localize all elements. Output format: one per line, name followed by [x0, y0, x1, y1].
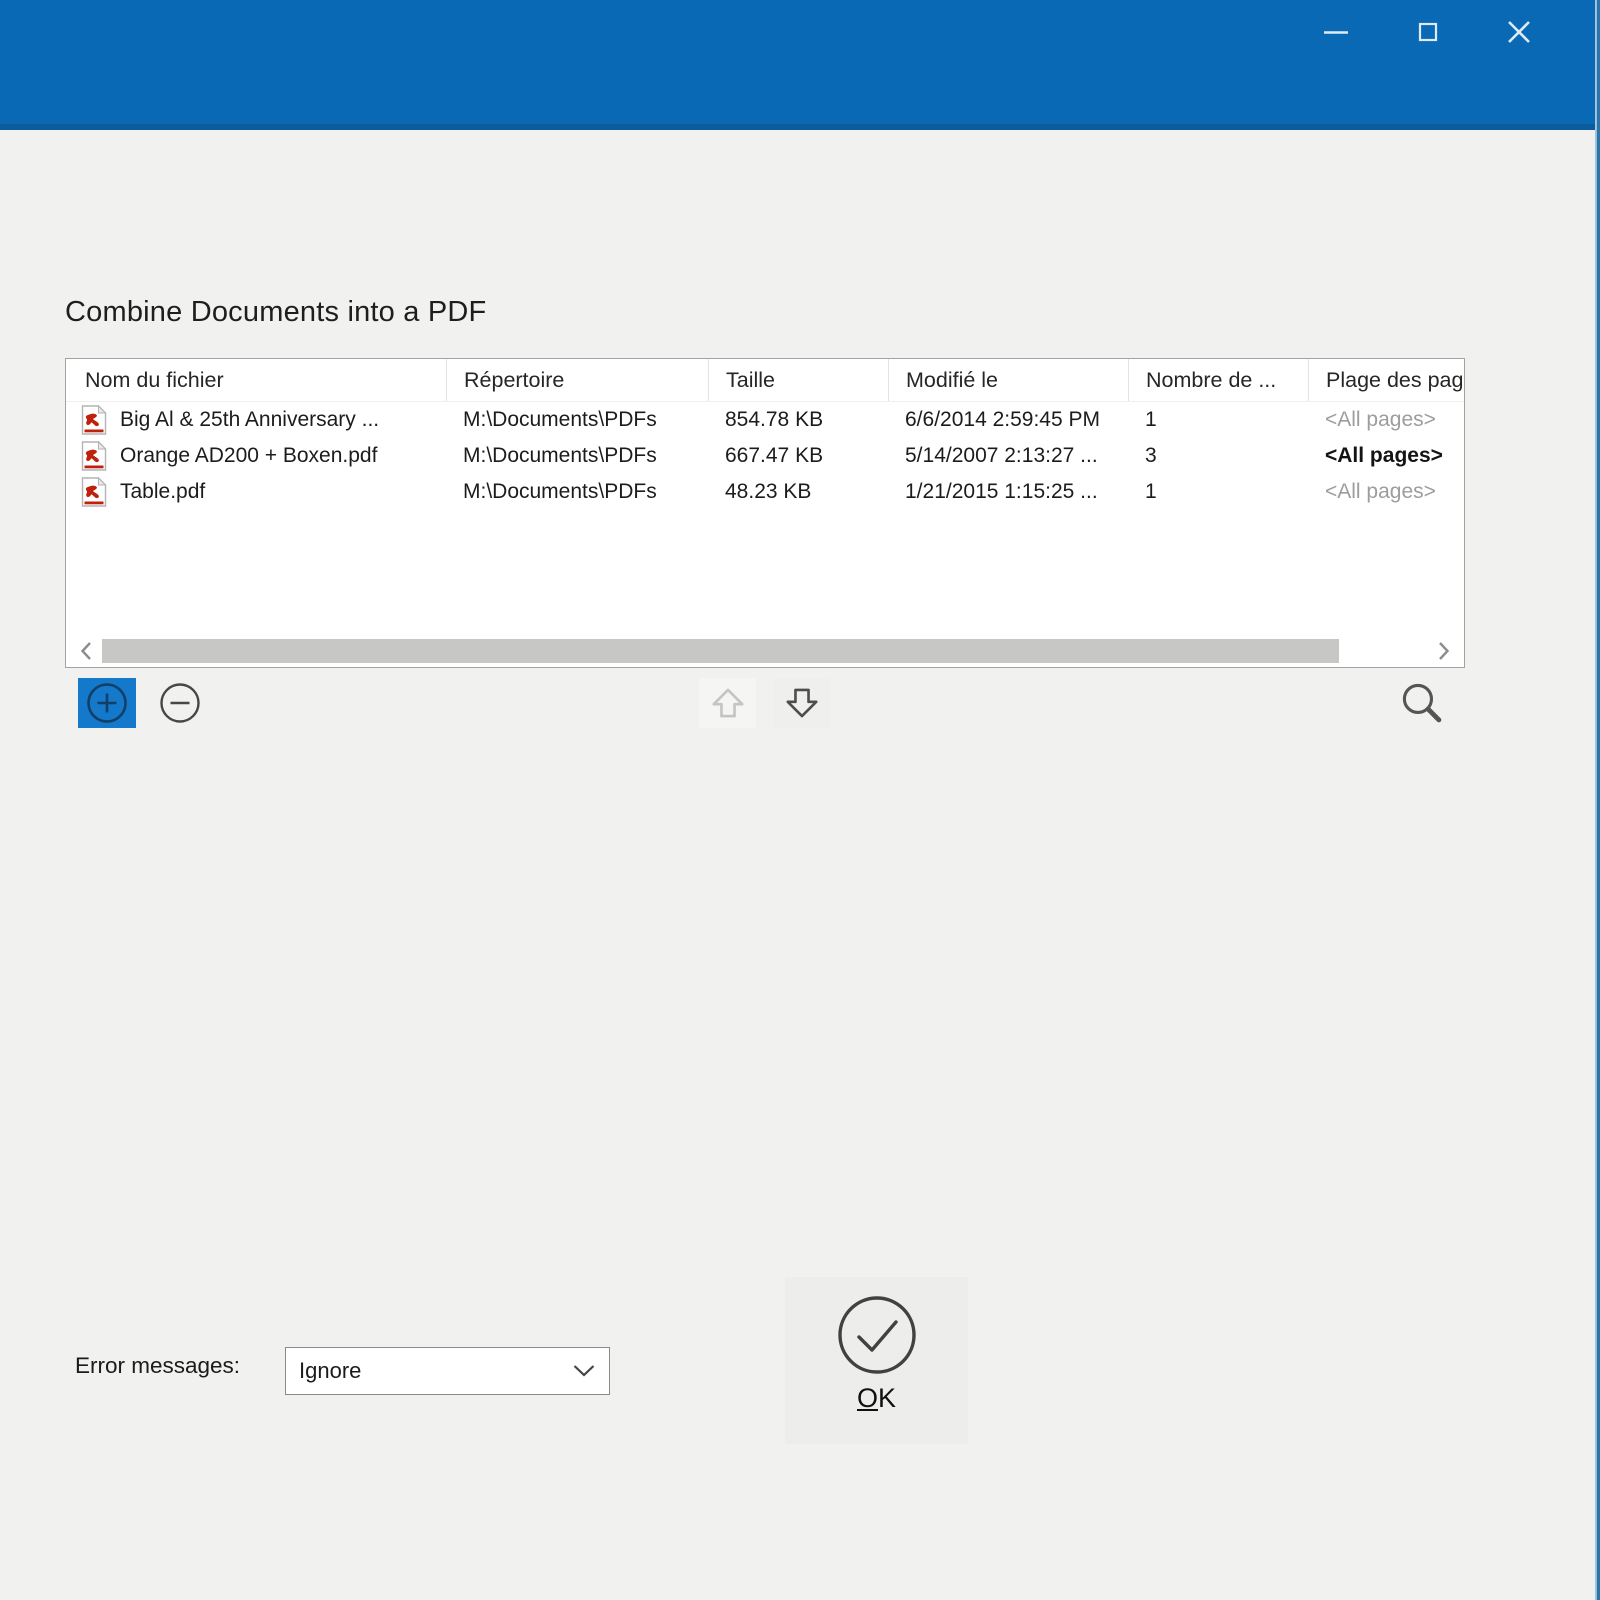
scroll-left-button[interactable]	[71, 636, 101, 666]
minimize-icon	[1321, 17, 1351, 47]
column-header-modified[interactable]: Modifié le	[888, 359, 1128, 401]
scroll-right-button[interactable]	[1429, 636, 1459, 666]
ok-button-label: OK	[857, 1383, 896, 1414]
file-directory: M:\Documents\PDFs	[446, 474, 708, 510]
pdf-file-icon	[81, 477, 107, 507]
minimize-button[interactable]	[1310, 8, 1362, 56]
circle-plus-icon	[84, 680, 130, 726]
remove-file-button[interactable]	[151, 678, 209, 728]
file-directory: M:\Documents\PDFs	[446, 402, 708, 438]
title-bar	[0, 0, 1600, 130]
column-header-pages[interactable]: Nombre de ...	[1128, 359, 1308, 401]
horizontal-scrollbar[interactable]	[67, 636, 1463, 666]
file-page-range: <All pages>	[1308, 474, 1464, 510]
file-page-range: <All pages>	[1308, 402, 1464, 438]
dropdown-selected-value: Ignore	[286, 1358, 573, 1384]
file-size: 854.78 KB	[708, 402, 888, 438]
chevron-left-icon	[80, 641, 92, 661]
column-header-range[interactable]: Plage des page	[1308, 359, 1464, 401]
table-body: Big Al & 25th Anniversary ... M:\Document…	[66, 402, 1464, 510]
file-pages: 3	[1128, 438, 1308, 474]
file-table: Nom du fichierRépertoireTailleModifié le…	[65, 358, 1465, 668]
error-messages-label: Error messages:	[75, 1353, 240, 1379]
file-name: Table.pdf	[120, 480, 205, 504]
pdf-file-icon	[81, 405, 107, 435]
maximize-icon	[1413, 17, 1443, 47]
window-border-right	[1595, 0, 1600, 1600]
table-row[interactable]: Table.pdf M:\Documents\PDFs48.23 KB1/21/2…	[66, 474, 1464, 510]
move-up-button[interactable]	[699, 678, 756, 728]
error-messages-dropdown[interactable]: Ignore	[285, 1347, 610, 1395]
chevron-right-icon	[1438, 641, 1450, 661]
magnifier-icon	[1399, 680, 1445, 726]
close-button[interactable]	[1493, 8, 1545, 56]
file-directory: M:\Documents\PDFs	[446, 438, 708, 474]
add-file-button[interactable]	[78, 678, 136, 728]
file-page-range: <All pages>	[1308, 438, 1464, 474]
chevron-down-icon	[573, 1365, 595, 1377]
ok-button[interactable]: OK	[785, 1277, 968, 1444]
arrow-down-icon	[783, 684, 821, 722]
arrow-up-icon	[709, 684, 747, 722]
pdf-file-icon	[81, 441, 107, 471]
file-name: Big Al & 25th Anniversary ...	[120, 408, 379, 432]
circle-minus-icon	[157, 680, 203, 726]
column-header-directory[interactable]: Répertoire	[446, 359, 708, 401]
move-down-button[interactable]	[773, 678, 830, 728]
preview-button[interactable]	[1392, 676, 1452, 730]
file-name: Orange AD200 + Boxen.pdf	[120, 444, 377, 468]
file-size: 48.23 KB	[708, 474, 888, 510]
file-modified: 6/6/2014 2:59:45 PM	[888, 402, 1128, 438]
file-pages: 1	[1128, 402, 1308, 438]
page-title: Combine Documents into a PDF	[65, 296, 486, 329]
close-icon	[1503, 16, 1535, 48]
column-header-name[interactable]: Nom du fichier	[66, 359, 446, 401]
check-circle-icon	[835, 1293, 919, 1377]
table-row[interactable]: Big Al & 25th Anniversary ... M:\Document…	[66, 402, 1464, 438]
file-modified: 5/14/2007 2:13:27 ...	[888, 438, 1128, 474]
file-modified: 1/21/2015 1:15:25 ...	[888, 474, 1128, 510]
table-header: Nom du fichierRépertoireTailleModifié le…	[66, 359, 1464, 402]
file-pages: 1	[1128, 474, 1308, 510]
maximize-button[interactable]	[1402, 8, 1454, 56]
scrollbar-thumb[interactable]	[102, 639, 1339, 663]
column-header-size[interactable]: Taille	[708, 359, 888, 401]
table-row[interactable]: Orange AD200 + Boxen.pdf M:\Documents\PDF…	[66, 438, 1464, 474]
file-size: 667.47 KB	[708, 438, 888, 474]
